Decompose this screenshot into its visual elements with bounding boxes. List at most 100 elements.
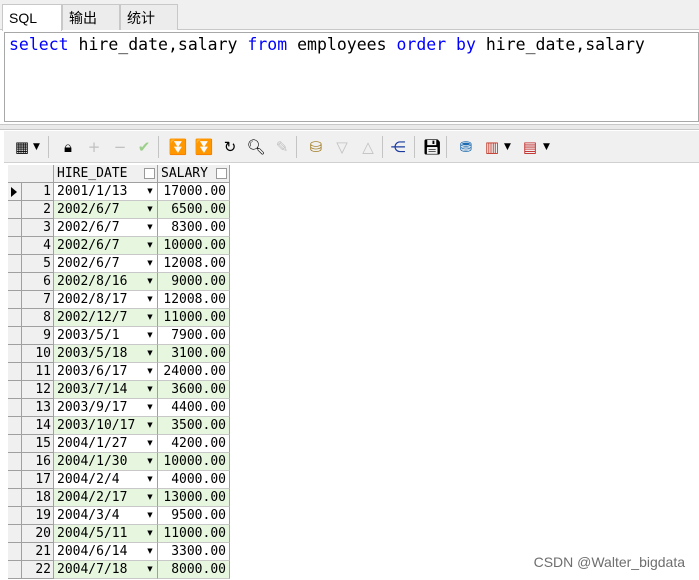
cell-salary[interactable]: 4200.00 bbox=[158, 435, 230, 453]
table-options-icon[interactable]: ▤ bbox=[520, 137, 540, 157]
table-row[interactable]: 7 2002/8/17 ▼ 12008.00 bbox=[8, 291, 230, 309]
table-row[interactable]: 16 2004/1/30 ▼ 10000.00 bbox=[8, 453, 230, 471]
cell-hire-date[interactable]: 2004/1/30 ▼ bbox=[54, 453, 158, 471]
sort-icon[interactable] bbox=[144, 168, 155, 179]
date-dropdown-icon[interactable]: ▼ bbox=[145, 219, 155, 236]
cell-hire-date[interactable]: 2002/8/16 ▼ bbox=[54, 273, 158, 291]
date-dropdown-icon[interactable]: ▼ bbox=[145, 309, 155, 326]
sort-icon[interactable] bbox=[216, 168, 227, 179]
cell-hire-date[interactable]: 2002/6/7 ▼ bbox=[54, 201, 158, 219]
cell-hire-date[interactable]: 2003/5/1 ▼ bbox=[54, 327, 158, 345]
cell-salary[interactable]: 3300.00 bbox=[158, 543, 230, 561]
table-row[interactable]: 15 2004/1/27 ▼ 4200.00 bbox=[8, 435, 230, 453]
date-dropdown-icon[interactable]: ▼ bbox=[145, 255, 155, 272]
fetch-next-icon[interactable]: ⏬ bbox=[168, 137, 188, 157]
date-dropdown-icon[interactable]: ▼ bbox=[145, 453, 155, 470]
table-row[interactable]: 18 2004/2/17 ▼ 13000.00 bbox=[8, 489, 230, 507]
cell-salary[interactable]: 10000.00 bbox=[158, 453, 230, 471]
cell-hire-date[interactable]: 2004/6/14 ▼ bbox=[54, 543, 158, 561]
grid-view-icon[interactable]: ▦ bbox=[12, 137, 32, 157]
cell-salary[interactable]: 7900.00 bbox=[158, 327, 230, 345]
filter-down-icon[interactable]: ▽ bbox=[332, 137, 352, 157]
date-dropdown-icon[interactable]: ▼ bbox=[145, 489, 155, 506]
tab-statistics[interactable]: 统计 bbox=[120, 4, 178, 30]
table-row[interactable]: 2 2002/6/7 ▼ 6500.00 bbox=[8, 201, 230, 219]
table-row[interactable]: 1 2001/1/13 ▼ 17000.00 bbox=[8, 183, 230, 201]
row-indicator[interactable] bbox=[8, 219, 22, 237]
sql-editor[interactable]: select hire_date,salary from employees o… bbox=[4, 32, 699, 122]
row-indicator[interactable] bbox=[8, 525, 22, 543]
table-row[interactable]: 12 2003/7/14 ▼ 3600.00 bbox=[8, 381, 230, 399]
cell-salary[interactable]: 11000.00 bbox=[158, 525, 230, 543]
cell-hire-date[interactable]: 2004/2/17 ▼ bbox=[54, 489, 158, 507]
cell-hire-date[interactable]: 2004/1/27 ▼ bbox=[54, 435, 158, 453]
date-dropdown-icon[interactable]: ▼ bbox=[145, 561, 155, 578]
cell-hire-date[interactable]: 2002/8/17 ▼ bbox=[54, 291, 158, 309]
cell-salary[interactable]: 3100.00 bbox=[158, 345, 230, 363]
row-indicator[interactable] bbox=[8, 507, 22, 525]
cell-hire-date[interactable]: 2003/7/14 ▼ bbox=[54, 381, 158, 399]
cell-salary[interactable]: 8300.00 bbox=[158, 219, 230, 237]
tab-sql[interactable]: SQL bbox=[2, 4, 62, 31]
cell-salary[interactable]: 10000.00 bbox=[158, 237, 230, 255]
cell-salary[interactable]: 11000.00 bbox=[158, 309, 230, 327]
export-icon[interactable]: ⛃ bbox=[456, 137, 476, 157]
cell-salary[interactable]: 6500.00 bbox=[158, 201, 230, 219]
row-indicator[interactable] bbox=[8, 327, 22, 345]
table-row[interactable]: 13 2003/9/17 ▼ 4400.00 bbox=[8, 399, 230, 417]
chart-dropdown-icon[interactable]: ▼ bbox=[504, 137, 511, 157]
date-dropdown-icon[interactable]: ▼ bbox=[145, 399, 155, 416]
explain-plan-icon[interactable]: ⋲ bbox=[388, 137, 408, 157]
table-row[interactable]: 4 2002/6/7 ▼ 10000.00 bbox=[8, 237, 230, 255]
tab-output[interactable]: 输出 bbox=[62, 4, 120, 30]
column-header-salary[interactable]: SALARY bbox=[158, 165, 230, 183]
cell-salary[interactable]: 3600.00 bbox=[158, 381, 230, 399]
cell-salary[interactable]: 4000.00 bbox=[158, 471, 230, 489]
cell-salary[interactable]: 12008.00 bbox=[158, 255, 230, 273]
cell-hire-date[interactable]: 2004/3/4 ▼ bbox=[54, 507, 158, 525]
table-row[interactable]: 14 2003/10/17 ▼ 3500.00 bbox=[8, 417, 230, 435]
cell-salary[interactable]: 13000.00 bbox=[158, 489, 230, 507]
cell-salary[interactable]: 4400.00 bbox=[158, 399, 230, 417]
date-dropdown-icon[interactable]: ▼ bbox=[145, 273, 155, 290]
table-row[interactable]: 6 2002/8/16 ▼ 9000.00 bbox=[8, 273, 230, 291]
clear-icon[interactable]: ✎ bbox=[272, 137, 292, 157]
date-dropdown-icon[interactable]: ▼ bbox=[145, 525, 155, 542]
date-dropdown-icon[interactable]: ▼ bbox=[145, 363, 155, 380]
table-row[interactable]: 8 2002/12/7 ▼ 11000.00 bbox=[8, 309, 230, 327]
row-indicator[interactable] bbox=[8, 561, 22, 579]
row-indicator[interactable] bbox=[8, 309, 22, 327]
table-row[interactable]: 11 2003/6/17 ▼ 24000.00 bbox=[8, 363, 230, 381]
row-indicator[interactable] bbox=[8, 417, 22, 435]
cell-hire-date[interactable]: 2002/6/7 ▼ bbox=[54, 255, 158, 273]
cell-salary[interactable]: 24000.00 bbox=[158, 363, 230, 381]
add-record-icon[interactable]: + bbox=[84, 137, 104, 157]
grid-view-dropdown-icon[interactable]: ▼ bbox=[33, 137, 40, 157]
cell-salary[interactable]: 12008.00 bbox=[158, 291, 230, 309]
table-row[interactable]: 20 2004/5/11 ▼ 11000.00 bbox=[8, 525, 230, 543]
cell-salary[interactable]: 3500.00 bbox=[158, 417, 230, 435]
cell-salary[interactable]: 9000.00 bbox=[158, 273, 230, 291]
row-indicator[interactable] bbox=[8, 183, 22, 201]
cell-hire-date[interactable]: 2003/6/17 ▼ bbox=[54, 363, 158, 381]
cell-hire-date[interactable]: 2003/10/17 ▼ bbox=[54, 417, 158, 435]
cell-hire-date[interactable]: 2003/5/18 ▼ bbox=[54, 345, 158, 363]
cell-salary[interactable]: 17000.00 bbox=[158, 183, 230, 201]
row-indicator[interactable] bbox=[8, 345, 22, 363]
cell-hire-date[interactable]: 2004/7/18 ▼ bbox=[54, 561, 158, 579]
cell-hire-date[interactable]: 2002/6/7 ▼ bbox=[54, 219, 158, 237]
row-indicator[interactable] bbox=[8, 363, 22, 381]
row-indicator[interactable] bbox=[8, 381, 22, 399]
post-icon[interactable]: ✔ bbox=[134, 137, 154, 157]
cell-salary[interactable]: 8000.00 bbox=[158, 561, 230, 579]
row-indicator[interactable] bbox=[8, 201, 22, 219]
row-indicator[interactable] bbox=[8, 471, 22, 489]
date-dropdown-icon[interactable]: ▼ bbox=[145, 507, 155, 524]
row-indicator[interactable] bbox=[8, 399, 22, 417]
date-dropdown-icon[interactable]: ▼ bbox=[145, 381, 155, 398]
row-indicator[interactable] bbox=[8, 435, 22, 453]
row-indicator[interactable] bbox=[8, 489, 22, 507]
date-dropdown-icon[interactable]: ▼ bbox=[145, 237, 155, 254]
fetch-last-icon[interactable]: ⏬ bbox=[194, 137, 214, 157]
cell-hire-date[interactable]: 2004/2/4 ▼ bbox=[54, 471, 158, 489]
